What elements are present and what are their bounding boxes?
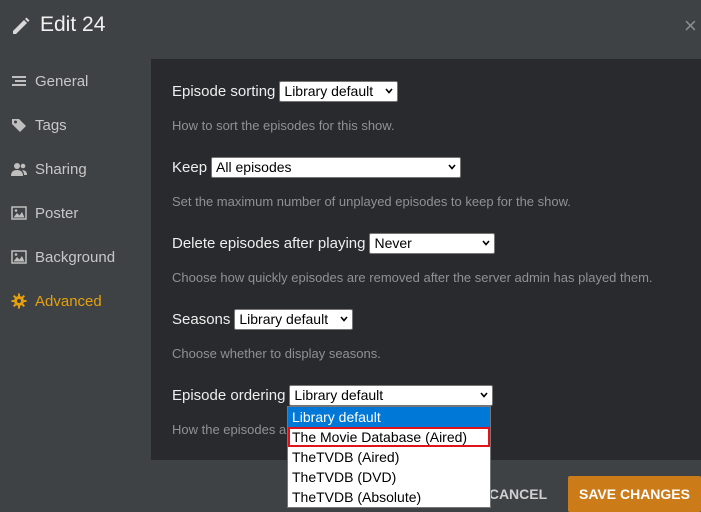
dropdown-option[interactable]: TheTVDB (Aired) <box>288 447 490 467</box>
field-label: Episode sorting <box>172 83 276 100</box>
modal-header: Edit 24 × <box>0 0 701 59</box>
modal-title: Edit 24 <box>40 13 106 36</box>
episode-sorting-field: Episode sorting Library default <box>172 81 399 102</box>
sidebar-item-poster[interactable]: Poster <box>0 191 151 235</box>
field-help: How to sort the episodes for this show. <box>172 118 395 133</box>
sidebar-item-general[interactable]: General <box>0 59 151 103</box>
close-icon[interactable]: × <box>684 13 697 39</box>
sidebar-item-label: Advanced <box>35 293 102 310</box>
dropdown-option[interactable]: TheTVDB (Absolute) <box>288 487 490 507</box>
chevron-down-icon <box>340 316 348 322</box>
sidebar-item-background[interactable]: Background <box>0 235 151 279</box>
list-icon <box>12 76 26 86</box>
field-label: Delete episodes after playing <box>172 235 366 252</box>
field-label: Episode ordering <box>172 387 286 404</box>
keep-select[interactable]: All episodes <box>211 157 462 178</box>
sidebar-item-label: Sharing <box>35 161 87 178</box>
seasons-field: Seasons Library default <box>172 309 354 330</box>
sidebar-item-advanced[interactable]: Advanced <box>0 279 151 323</box>
tag-icon <box>12 119 26 132</box>
save-changes-button[interactable]: SAVE CHANGES <box>568 476 701 512</box>
episode-sorting-select[interactable]: Library default <box>279 81 399 102</box>
chevron-down-icon <box>480 392 489 398</box>
pencil-icon <box>13 17 30 34</box>
chevron-down-icon <box>448 164 456 170</box>
sidebar-item-sharing[interactable]: Sharing <box>0 147 151 191</box>
users-icon <box>11 163 27 176</box>
field-help: Choose whether to display seasons. <box>172 346 381 361</box>
sidebar-item-label: Poster <box>35 205 79 222</box>
episode-ordering-select[interactable]: Library default <box>289 385 494 406</box>
dropdown-option[interactable]: Library default <box>288 407 490 427</box>
sidebar-item-label: Tags <box>35 117 67 134</box>
image-icon <box>11 206 27 220</box>
sidebar-item-label: General <box>35 73 89 90</box>
episode-ordering-field: Episode ordering Library default <box>172 385 494 406</box>
chevron-down-icon <box>385 88 394 94</box>
advanced-settings-panel: Episode sorting Library default How to so… <box>151 59 701 460</box>
dropdown-option[interactable]: TheTVDB (DVD) <box>288 467 490 487</box>
field-help: How the episodes a <box>172 422 287 437</box>
dropdown-option[interactable]: The Movie Database (Aired) <box>288 427 490 447</box>
sidebar-item-tags[interactable]: Tags <box>0 103 151 147</box>
seasons-select[interactable]: Library default <box>234 309 354 330</box>
delete-after-select[interactable]: Never <box>369 233 496 254</box>
sidebar-item-label: Background <box>35 249 116 266</box>
sidebar: General Tags Sharing Poster Background A… <box>0 59 151 460</box>
field-label: Keep <box>172 159 208 176</box>
image-icon <box>11 250 27 264</box>
keep-field: Keep All episodes <box>172 157 462 178</box>
delete-after-field: Delete episodes after playing Never <box>172 233 496 254</box>
gear-icon <box>11 293 27 309</box>
field-help: Choose how quickly episodes are removed … <box>172 270 653 285</box>
episode-ordering-dropdown-list: Library default The Movie Database (Aire… <box>287 406 491 508</box>
chevron-down-icon <box>482 240 491 246</box>
field-label: Seasons <box>172 311 231 328</box>
field-help: Set the maximum number of unplayed episo… <box>172 194 571 209</box>
